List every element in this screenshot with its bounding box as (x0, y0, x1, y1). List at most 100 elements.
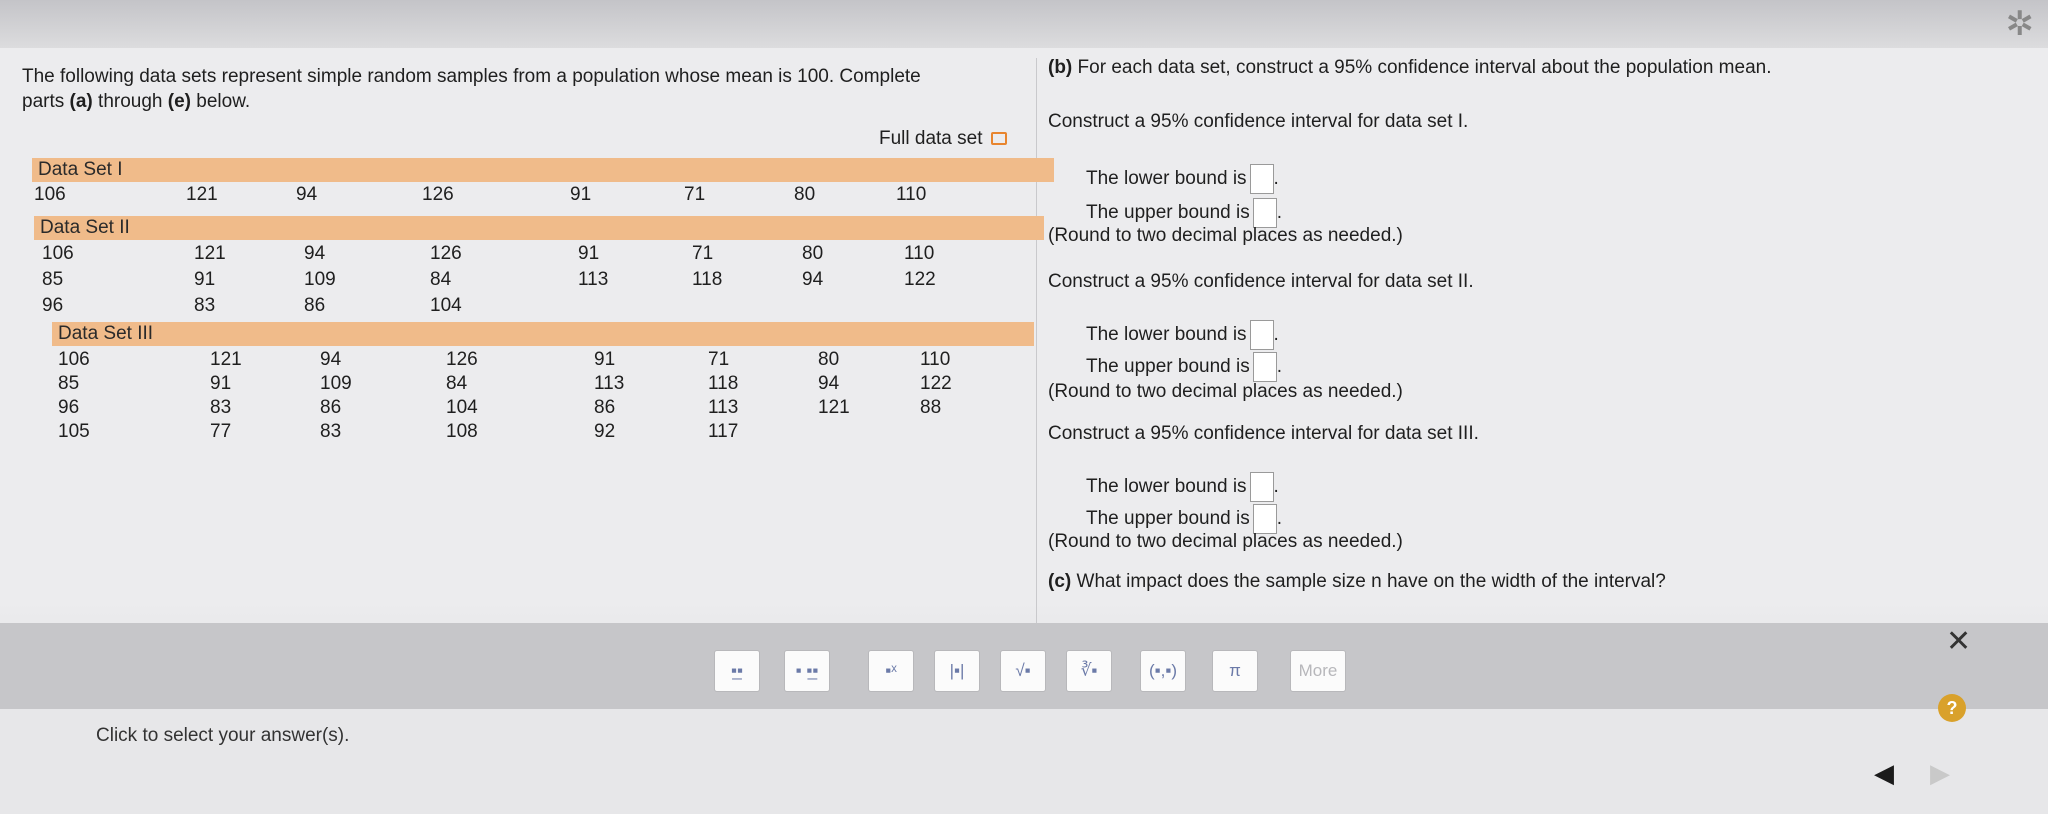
dataset-value: 91 (210, 373, 232, 394)
round-note-3: (Round to two decimal places as needed.) (1048, 531, 1403, 552)
homework-page: ✲ The following data sets represent simp… (0, 0, 2048, 814)
dataset-header: Data Set II (34, 216, 1044, 240)
lower-bound-row-1: The lower bound is. (1086, 164, 1279, 194)
dataset-value: 80 (818, 349, 840, 370)
help-icon[interactable]: ? (1938, 694, 1966, 722)
dataset-value: 77 (210, 421, 232, 442)
pi-icon[interactable]: π (1212, 650, 1258, 692)
dataset-value: 91 (578, 243, 600, 264)
upper-bound-label-3: The upper bound is (1086, 508, 1250, 530)
part-c-label: (c) (1048, 571, 1072, 592)
status-message: Click to select your answer(s). (96, 725, 350, 746)
dataset-value: 113 (594, 373, 625, 394)
dataset-value: 86 (320, 397, 342, 418)
construct-set-1: Construct a 95% confidence interval for … (1048, 111, 1469, 132)
dataset-value: 85 (58, 373, 80, 394)
dataset-value: 109 (304, 269, 336, 290)
full-data-set-link[interactable]: Full data set (879, 128, 1007, 150)
problem-intro: The following data sets represent simple… (22, 64, 1032, 114)
dataset-value: 122 (904, 269, 936, 290)
next-arrow-icon[interactable]: ▶ (1930, 758, 1950, 789)
dataset-value: 84 (430, 269, 452, 290)
lower-bound-row-2: The lower bound is. (1086, 320, 1279, 350)
dataset-value: 117 (708, 421, 739, 442)
dataset-value: 80 (794, 184, 816, 205)
dataset-value: 121 (186, 184, 218, 205)
dataset-value: 86 (304, 295, 326, 316)
mixed-number-icon[interactable]: ▪ ▪̲▪ (784, 650, 830, 692)
dataset-value: 118 (692, 269, 723, 290)
lower-bound-input-2[interactable] (1249, 320, 1274, 350)
dataset-value: 83 (320, 421, 342, 442)
dataset-value: 110 (896, 184, 927, 205)
nth-root-icon[interactable]: ∛▪ (1066, 650, 1112, 692)
dataset-value: 126 (430, 243, 462, 264)
dataset-value: 106 (34, 184, 66, 205)
intro-part-a: (a) (69, 91, 93, 112)
dataset-value: 94 (802, 269, 824, 290)
upper-bound-input-2[interactable] (1252, 352, 1277, 382)
dataset-value: 109 (320, 373, 352, 394)
dataset-value: 110 (920, 349, 951, 370)
construct-set-2: Construct a 95% confidence interval for … (1048, 271, 1474, 292)
intro-through: through (92, 91, 168, 112)
lower-bound-row-3: The lower bound is. (1086, 472, 1279, 502)
fraction-icon[interactable]: ▪̲▪ (714, 650, 760, 692)
dataset-value: 91 (594, 349, 616, 370)
dataset-value: 106 (42, 243, 74, 264)
upper-bound-input-1[interactable] (1252, 198, 1277, 228)
part-c-text: What impact does the sample size n have … (1076, 571, 1666, 592)
dataset-value: 71 (684, 184, 706, 205)
dataset-value: 113 (578, 269, 609, 290)
absolute-value-icon[interactable]: |▪| (934, 650, 980, 692)
dataset-value: 94 (296, 184, 318, 205)
intro-below: below. (191, 91, 251, 112)
intro-part-e: (e) (167, 91, 191, 112)
ordered-pair-icon[interactable]: (▪,▪) (1140, 650, 1186, 692)
lower-bound-input-1[interactable] (1249, 164, 1274, 194)
dataset-value: 91 (570, 184, 592, 205)
dataset-value: 92 (594, 421, 616, 442)
dataset-value: 96 (58, 397, 80, 418)
dataset-value: 85 (42, 269, 64, 290)
exponent-icon[interactable]: ▪ˣ (868, 650, 914, 692)
dataset-value: 80 (802, 243, 824, 264)
intro-line-2: parts (a) through (e) below. (22, 89, 1032, 114)
dataset-value: 121 (818, 397, 850, 418)
dataset-value: 121 (194, 243, 226, 264)
dataset-value: 104 (430, 295, 462, 316)
dataset-value: 71 (692, 243, 714, 264)
lower-bound-input-3[interactable] (1249, 472, 1274, 502)
dataset-value: 94 (818, 373, 840, 394)
dataset-value: 121 (210, 349, 242, 370)
settings-gear-icon[interactable]: ✲ (2006, 4, 2035, 44)
dataset-value: 105 (58, 421, 90, 442)
dataset-value: 126 (446, 349, 478, 370)
column-divider (1036, 58, 1037, 628)
dataset-header: Data Set I (32, 158, 1054, 182)
part-c-prompt: (c) What impact does the sample size n h… (1048, 572, 1666, 591)
dataset-value: 71 (708, 349, 730, 370)
more-button[interactable]: More (1290, 650, 1346, 692)
square-root-icon[interactable]: √▪ (1000, 650, 1046, 692)
upper-bound-input-3[interactable] (1252, 504, 1277, 534)
lower-bound-label-1: The lower bound is (1086, 168, 1247, 190)
dataset-value: 94 (304, 243, 326, 264)
lower-bound-label-3: The lower bound is (1086, 476, 1247, 498)
dataset-value: 106 (58, 349, 90, 370)
dataset-value: 96 (42, 295, 64, 316)
dataset-value: 86 (594, 397, 616, 418)
dataset-value: 84 (446, 373, 468, 394)
previous-arrow-icon[interactable]: ◀ (1874, 758, 1894, 789)
dataset-value: 118 (708, 373, 739, 394)
full-data-set-label: Full data set (879, 128, 983, 149)
dataset-value: 104 (446, 397, 478, 418)
dataset-value: 113 (708, 397, 739, 418)
dataset-value: 91 (194, 269, 216, 290)
popup-window-icon (990, 132, 1007, 146)
upper-bound-label-2: The upper bound is (1086, 356, 1250, 378)
dataset-value: 126 (422, 184, 454, 205)
close-toolbar-icon[interactable]: ✕ (1946, 624, 1971, 659)
part-b-text: For each data set, construct a 95% confi… (1077, 57, 1772, 78)
upper-bound-row-2: The upper bound is. (1086, 352, 1282, 382)
